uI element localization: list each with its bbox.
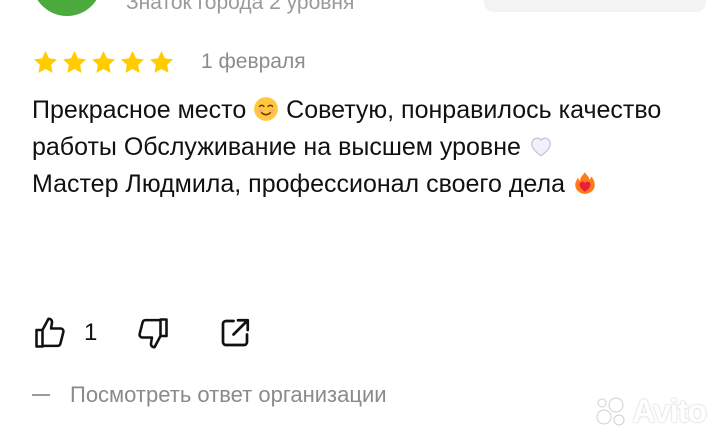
org-reply-link[interactable]: Посмотреть ответ организации <box>32 382 387 408</box>
star-icon <box>34 50 57 73</box>
review-text: Прекрасное место Советую, понравилось ка… <box>32 92 712 203</box>
share-icon[interactable] <box>217 315 253 351</box>
review-paragraph-1: Прекрасное место Советую, понравилось ка… <box>32 92 712 166</box>
author-level: Знаток города 2 уровня <box>126 0 355 14</box>
star-icon <box>150 50 173 73</box>
star-icon <box>92 50 115 73</box>
rating-stars <box>32 49 175 76</box>
avatar[interactable] <box>32 0 102 16</box>
like-count: 1 <box>84 319 98 346</box>
smiling-face-icon <box>254 97 279 121</box>
rating-row: 1 февраля <box>32 48 306 76</box>
watermark-text: Avito <box>632 393 707 429</box>
white-heart-icon <box>531 137 551 157</box>
heart-on-fire-icon <box>575 172 595 194</box>
divider <box>32 394 50 396</box>
avito-watermark: Avito <box>594 393 707 430</box>
org-reply-label: Посмотреть ответ организации <box>70 382 387 407</box>
review-actions: 1 <box>32 313 253 353</box>
review-paragraph-2: Мастер Людмила, профессионал своего дела <box>32 166 712 203</box>
subscribe-button[interactable] <box>484 0 706 12</box>
review-text-part: Прекрасное место <box>32 96 247 124</box>
star-icon <box>63 50 86 73</box>
star-icon <box>121 50 144 73</box>
thumbs-down-icon[interactable] <box>135 315 171 351</box>
review-text-part: Мастер Людмила, профессионал своего дела <box>32 170 565 198</box>
review-date: 1 февраля <box>201 50 306 73</box>
avito-logo-icon <box>596 397 625 425</box>
thumbs-up-icon[interactable] <box>32 315 68 351</box>
